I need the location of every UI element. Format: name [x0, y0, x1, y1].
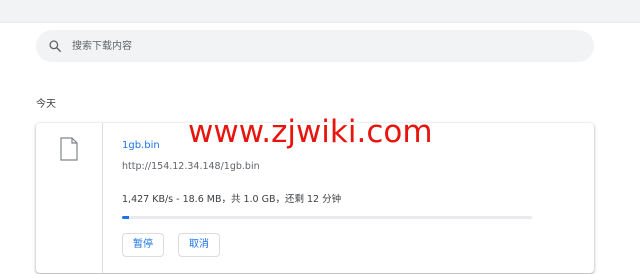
search-bar[interactable]	[36, 30, 594, 62]
pause-button[interactable]: 暂停	[122, 233, 164, 257]
top-toolbar-strip	[0, 0, 640, 23]
watermark-text: www.zjwiki.com	[188, 114, 433, 150]
download-status: 1,427 KB/s - 18.6 MB，共 1.0 GB，还剩 12 分钟	[122, 194, 342, 205]
file-icon	[60, 137, 78, 161]
search-input[interactable]	[72, 37, 572, 55]
file-icon-column	[36, 123, 103, 273]
file-url[interactable]: http://154.12.34.148/1gb.bin	[122, 161, 260, 172]
search-icon	[49, 40, 61, 52]
cancel-button[interactable]: 取消	[178, 233, 220, 257]
download-progress-fill	[122, 216, 130, 219]
date-section-title: 今天	[36, 99, 56, 110]
file-name-link[interactable]: 1gb.bin	[122, 140, 160, 151]
download-progress-bar	[122, 216, 532, 219]
